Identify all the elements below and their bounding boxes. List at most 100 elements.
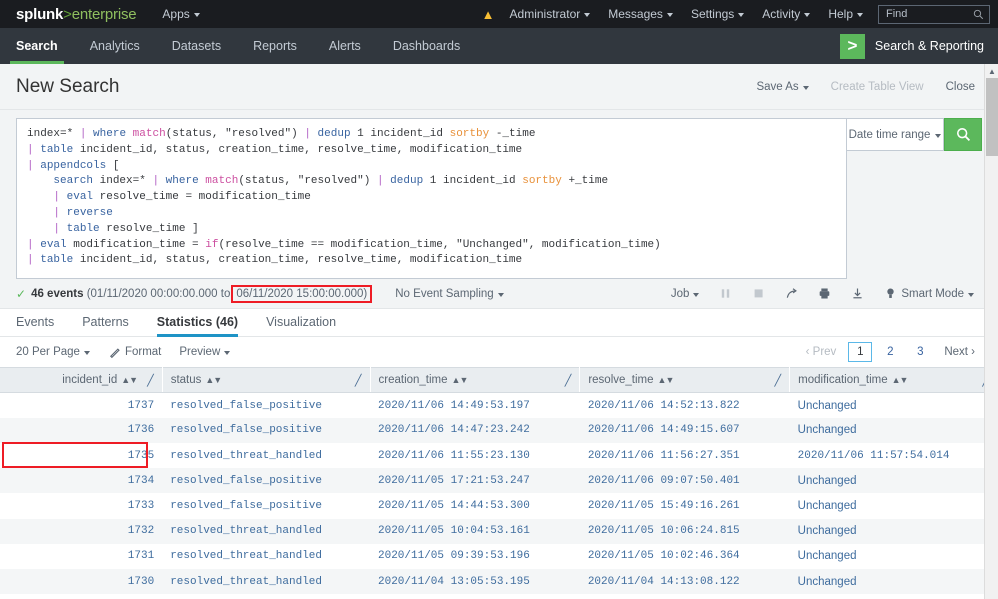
cell-resolve-time[interactable]: 2020/11/05 15:49:16.261: [580, 493, 790, 518]
table-row[interactable]: 1733resolved_false_positive2020/11/05 14…: [0, 493, 998, 518]
table-row[interactable]: 1730resolved_threat_handled2020/11/04 13…: [0, 569, 998, 594]
column-edit-pencil-icon[interactable]: ╱: [775, 374, 782, 387]
find-box[interactable]: [878, 5, 990, 24]
print-icon[interactable]: [808, 287, 841, 300]
pagination-page-2[interactable]: 2: [878, 342, 902, 362]
column-edit-pencil-icon[interactable]: ╱: [565, 374, 572, 387]
topbar-item-administrator[interactable]: Administrator: [501, 7, 600, 21]
sort-arrows-icon[interactable]: ▲▼: [121, 375, 137, 385]
cell-incident-id[interactable]: 1733: [0, 493, 162, 518]
pause-icon[interactable]: [709, 287, 742, 300]
cell-incident-id[interactable]: 1731: [0, 544, 162, 569]
cell-resolve-time[interactable]: 2020/11/05 10:02:46.364: [580, 544, 790, 569]
run-search-button[interactable]: [944, 118, 982, 151]
table-row[interactable]: 1736resolved_false_positive2020/11/06 14…: [0, 418, 998, 443]
table-row[interactable]: 1731resolved_threat_handled2020/11/05 09…: [0, 544, 998, 569]
cell-modification-time[interactable]: Unchanged: [790, 393, 998, 418]
cell-status[interactable]: resolved_false_positive: [162, 493, 370, 518]
pagination-page-3[interactable]: 3: [908, 342, 932, 362]
pagination-next[interactable]: Next ›: [935, 346, 984, 358]
cell-creation-time[interactable]: 2020/11/05 09:39:53.196: [370, 544, 580, 569]
cell-incident-id[interactable]: 1732: [0, 519, 162, 544]
sort-arrows-icon[interactable]: ▲▼: [205, 375, 221, 385]
nav-item-reports[interactable]: Reports: [237, 28, 313, 64]
cell-resolve-time[interactable]: 2020/11/06 14:52:13.822: [580, 393, 790, 418]
column-header-modification-time[interactable]: modification_time▲▼ ╱: [790, 368, 998, 393]
sort-arrows-icon[interactable]: ▲▼: [452, 375, 468, 385]
table-row[interactable]: 1734resolved_false_positive2020/11/05 17…: [0, 468, 998, 493]
cell-creation-time[interactable]: 2020/11/04 13:05:53.195: [370, 569, 580, 594]
search-mode-menu[interactable]: Smart Mode: [874, 287, 984, 300]
cell-modification-time[interactable]: Unchanged: [790, 418, 998, 443]
cell-status[interactable]: resolved_false_positive: [162, 418, 370, 443]
column-header-status[interactable]: status▲▼ ╱: [162, 368, 370, 393]
column-edit-pencil-icon[interactable]: ╱: [355, 374, 362, 387]
tab-events[interactable]: Events: [16, 315, 68, 336]
cell-incident-id[interactable]: 1729: [0, 594, 162, 599]
stop-icon[interactable]: [742, 287, 775, 300]
nav-item-dashboards[interactable]: Dashboards: [377, 28, 476, 64]
cell-status[interactable]: resolved_false_positive: [162, 393, 370, 418]
sort-arrows-icon[interactable]: ▲▼: [892, 375, 908, 385]
cell-modification-time[interactable]: Unchanged: [790, 594, 998, 599]
cell-creation-time[interactable]: 2020/11/04 09:34:53.122: [370, 594, 580, 599]
nav-item-datasets[interactable]: Datasets: [156, 28, 237, 64]
nav-item-analytics[interactable]: Analytics: [74, 28, 156, 64]
cell-status[interactable]: resolved_threat_handled: [162, 569, 370, 594]
export-icon[interactable]: [841, 287, 874, 300]
table-row[interactable]: 1732resolved_threat_handled2020/11/05 10…: [0, 519, 998, 544]
cell-status[interactable]: resolved_threat_handled: [162, 443, 370, 468]
topbar-item-settings[interactable]: Settings: [682, 7, 753, 21]
find-input[interactable]: [886, 8, 968, 20]
cell-modification-time[interactable]: Unchanged: [790, 569, 998, 594]
column-header-creation-time[interactable]: creation_time▲▼ ╱: [370, 368, 580, 393]
warning-triangle-icon[interactable]: ▲: [480, 8, 501, 21]
job-menu[interactable]: Job: [661, 288, 710, 300]
pagination-prev[interactable]: ‹ Prev: [797, 346, 846, 358]
topbar-item-messages[interactable]: Messages: [599, 7, 682, 21]
cell-resolve-time[interactable]: 2020/11/06 09:07:50.401: [580, 468, 790, 493]
pagination-page-1[interactable]: 1: [848, 342, 872, 362]
cell-modification-time[interactable]: 2020/11/06 11:57:54.014: [790, 443, 998, 468]
sort-arrows-icon[interactable]: ▲▼: [658, 375, 674, 385]
cell-status[interactable]: resolved_threat_handled: [162, 594, 370, 599]
cell-resolve-time[interactable]: 2020/11/06 11:56:27.351: [580, 443, 790, 468]
share-icon[interactable]: [775, 287, 808, 300]
tab-statistics[interactable]: Statistics (46): [143, 315, 252, 336]
column-header-resolve-time[interactable]: resolve_time▲▼ ╱: [580, 368, 790, 393]
cell-incident-id[interactable]: 1737: [0, 393, 162, 418]
cell-creation-time[interactable]: 2020/11/05 10:04:53.161: [370, 519, 580, 544]
cell-creation-time[interactable]: 2020/11/06 14:49:53.197: [370, 393, 580, 418]
scroll-up-arrow-icon[interactable]: ▲: [985, 64, 998, 78]
cell-modification-time[interactable]: Unchanged: [790, 544, 998, 569]
tab-visualization[interactable]: Visualization: [252, 315, 350, 336]
cell-modification-time[interactable]: Unchanged: [790, 519, 998, 544]
table-row[interactable]: 1735resolved_threat_handled 2020/11/06 11…: [0, 443, 998, 468]
cell-creation-time[interactable]: 2020/11/05 17:21:53.247: [370, 468, 580, 493]
cell-resolve-time[interactable]: 2020/11/05 10:06:24.815: [580, 519, 790, 544]
cell-modification-time[interactable]: Unchanged: [790, 493, 998, 518]
cell-modification-time[interactable]: Unchanged: [790, 468, 998, 493]
cell-creation-time[interactable]: 2020/11/06 14:47:23.242: [370, 418, 580, 443]
search-query-input[interactable]: index=* | where match(status, "resolved"…: [16, 118, 847, 279]
page-scrollbar[interactable]: ▲ ▼: [984, 64, 998, 599]
nav-item-alerts[interactable]: Alerts: [313, 28, 377, 64]
cell-resolve-time[interactable]: 2020/11/04 09:41:20.841: [580, 594, 790, 599]
table-row[interactable]: 1737resolved_false_positive2020/11/06 14…: [0, 393, 998, 418]
event-sampling-menu[interactable]: No Event Sampling: [395, 288, 503, 300]
cell-incident-id[interactable]: 1734: [0, 468, 162, 493]
close-button[interactable]: Close: [935, 81, 986, 93]
table-row[interactable]: 1729resolved_threat_handled2020/11/04 09…: [0, 594, 998, 599]
cell-resolve-time[interactable]: 2020/11/06 14:49:15.607: [580, 418, 790, 443]
cell-status[interactable]: resolved_false_positive: [162, 468, 370, 493]
apps-menu[interactable]: Apps: [162, 7, 199, 21]
nav-item-search[interactable]: Search: [0, 28, 74, 64]
scrollbar-thumb[interactable]: [986, 78, 998, 156]
cell-status[interactable]: resolved_threat_handled: [162, 519, 370, 544]
cell-creation-time[interactable]: 2020/11/05 14:44:53.300: [370, 493, 580, 518]
cell-incident-id[interactable]: 1730: [0, 569, 162, 594]
cell-incident-id[interactable]: 1735: [0, 443, 162, 468]
time-range-picker[interactable]: Date time range: [847, 118, 944, 151]
format-button[interactable]: Format: [108, 346, 179, 359]
cell-incident-id[interactable]: 1736: [0, 418, 162, 443]
